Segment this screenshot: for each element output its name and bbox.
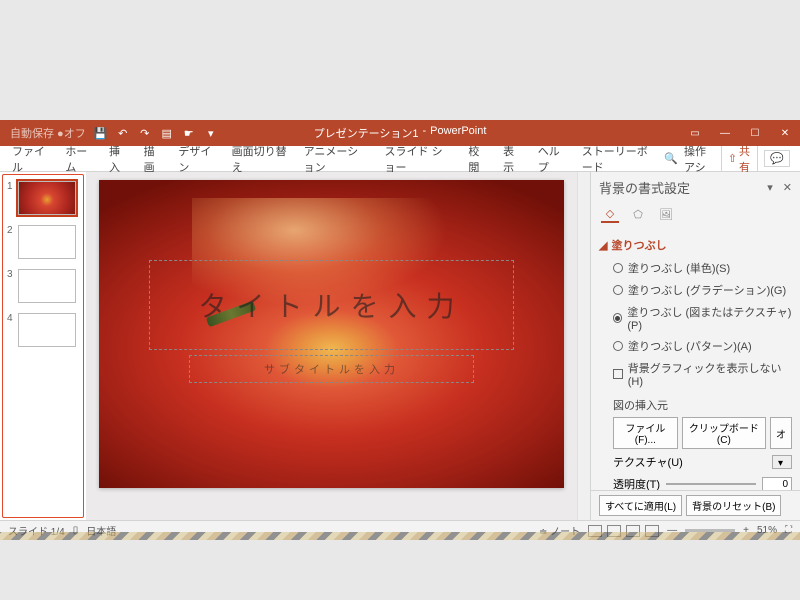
maximize-icon[interactable]: ☐ xyxy=(740,120,770,146)
insert-from-file-button[interactable]: ファイル(F)... xyxy=(613,417,678,449)
radio-gradient-fill[interactable]: 塗りつぶし (グラデーション)(G) xyxy=(599,279,792,301)
thumb-number: 3 xyxy=(7,269,15,280)
radio-pattern-fill[interactable]: 塗りつぶし (パターン)(A) xyxy=(599,335,792,357)
close-icon[interactable]: ✕ xyxy=(770,120,800,146)
picture-tab-icon[interactable]: 🖼 xyxy=(657,205,675,223)
pane-close-icon[interactable]: ✕ xyxy=(783,181,792,194)
tab-transitions[interactable]: 画面切り替え xyxy=(224,146,296,171)
autosave-toggle[interactable]: 自動保存 ●オフ xyxy=(10,125,86,141)
slide-thumbnail-1[interactable] xyxy=(18,181,76,215)
title-placeholder[interactable]: タイトルを入力 xyxy=(149,260,514,350)
tab-storyboard[interactable]: ストーリーボード xyxy=(574,146,665,171)
tab-insert[interactable]: 挿入 xyxy=(101,146,136,171)
app-name: PowerPoint xyxy=(430,125,486,141)
tab-design[interactable]: デザイン xyxy=(170,146,223,171)
slide[interactable]: タイトルを入力 サブタイトルを入力 xyxy=(99,180,564,488)
texture-picker[interactable]: ▾ xyxy=(772,455,792,469)
tab-slideshow[interactable]: スライド ショー xyxy=(377,146,461,171)
fill-tab-icon[interactable]: ◇ xyxy=(601,205,619,223)
workspace: 1 2 3 4 タイトルを入力 xyxy=(0,172,800,520)
redo-icon[interactable]: ↷ xyxy=(138,127,152,140)
ribbon-display-icon[interactable]: ▭ xyxy=(680,120,710,146)
tab-animations[interactable]: アニメーション xyxy=(296,146,377,171)
insert-from-clipboard-button[interactable]: クリップボード(C) xyxy=(682,417,766,449)
share-icon: ⇧ xyxy=(728,152,737,165)
tell-me-icon[interactable]: 🔍 xyxy=(664,152,678,165)
qat-more-icon[interactable]: ▾ xyxy=(204,127,218,140)
tab-help[interactable]: ヘルプ xyxy=(530,146,574,171)
slide-thumbnail-panel: 1 2 3 4 xyxy=(2,174,84,518)
apply-to-all-button[interactable]: すべてに適用(L) xyxy=(599,495,682,516)
powerpoint-window: 自動保存 ●オフ 💾 ↶ ↷ ▤ ☛ ▾ プレゼンテーション1 - PowerP… xyxy=(0,120,800,540)
tab-file[interactable]: ファイル xyxy=(4,146,57,171)
save-icon[interactable]: 💾 xyxy=(94,127,108,140)
thumb-number: 1 xyxy=(7,181,15,192)
comments-icon[interactable]: 💬 xyxy=(764,150,790,167)
radio-picture-fill[interactable]: 塗りつぶし (図またはテクスチャ)(P) xyxy=(599,301,792,335)
fill-section-header[interactable]: ◢ 塗りつぶし xyxy=(599,233,792,257)
transparency-value[interactable]: 0 xyxy=(762,477,792,491)
thumb-number: 2 xyxy=(7,225,15,236)
reset-background-button[interactable]: 背景のリセット(B) xyxy=(686,495,781,516)
tab-review[interactable]: 校閲 xyxy=(460,146,495,171)
transparency-slider[interactable] xyxy=(666,483,756,485)
ribbon: ファイル ホーム 挿入 描画 デザイン 画面切り替え アニメーション スライド … xyxy=(0,146,800,172)
thumb-number: 4 xyxy=(7,313,15,324)
undo-icon[interactable]: ↶ xyxy=(116,127,130,140)
collapse-icon: ◢ xyxy=(599,239,607,252)
pane-options-icon[interactable]: ▾ xyxy=(767,181,773,194)
tab-view[interactable]: 表示 xyxy=(495,146,530,171)
checkbox-hide-bg-graphics[interactable]: 背景グラフィックを表示しない(H) xyxy=(599,357,792,391)
slide-thumbnail-3[interactable] xyxy=(18,269,76,303)
pane-title: 背景の書式設定 xyxy=(599,178,690,197)
start-slideshow-icon[interactable]: ▤ xyxy=(160,127,174,140)
titlebar: 自動保存 ●オフ 💾 ↶ ↷ ▤ ☛ ▾ プレゼンテーション1 - PowerP… xyxy=(0,120,800,146)
minimize-icon[interactable]: — xyxy=(710,120,740,146)
decorative-hatch xyxy=(0,532,800,540)
slide-thumbnail-2[interactable] xyxy=(18,225,76,259)
insert-from-online-button[interactable]: オ xyxy=(770,417,792,449)
radio-solid-fill[interactable]: 塗りつぶし (単色)(S) xyxy=(599,257,792,279)
insert-from-label: 図の挿入元 xyxy=(599,391,792,415)
touch-mode-icon[interactable]: ☛ xyxy=(182,127,196,140)
effects-tab-icon[interactable]: ⬠ xyxy=(629,205,647,223)
document-title: プレゼンテーション1 xyxy=(314,125,419,141)
tab-draw[interactable]: 描画 xyxy=(136,146,171,171)
format-background-pane: 背景の書式設定 ▾ ✕ ◇ ⬠ 🖼 ◢ 塗りつぶし 塗りつぶし (単色)(S) … xyxy=(590,172,800,520)
subtitle-placeholder[interactable]: サブタイトルを入力 xyxy=(189,355,474,383)
texture-label: テクスチャ(U) xyxy=(613,454,683,470)
slide-canvas-area[interactable]: タイトルを入力 サブタイトルを入力 xyxy=(86,172,577,520)
slide-thumbnail-4[interactable] xyxy=(18,313,76,347)
tell-me-label[interactable]: 操作アシ xyxy=(684,143,715,175)
transparency-label: 透明度(T) xyxy=(613,476,660,490)
vertical-scrollbar[interactable] xyxy=(577,172,590,520)
tab-home[interactable]: ホーム xyxy=(57,146,101,171)
